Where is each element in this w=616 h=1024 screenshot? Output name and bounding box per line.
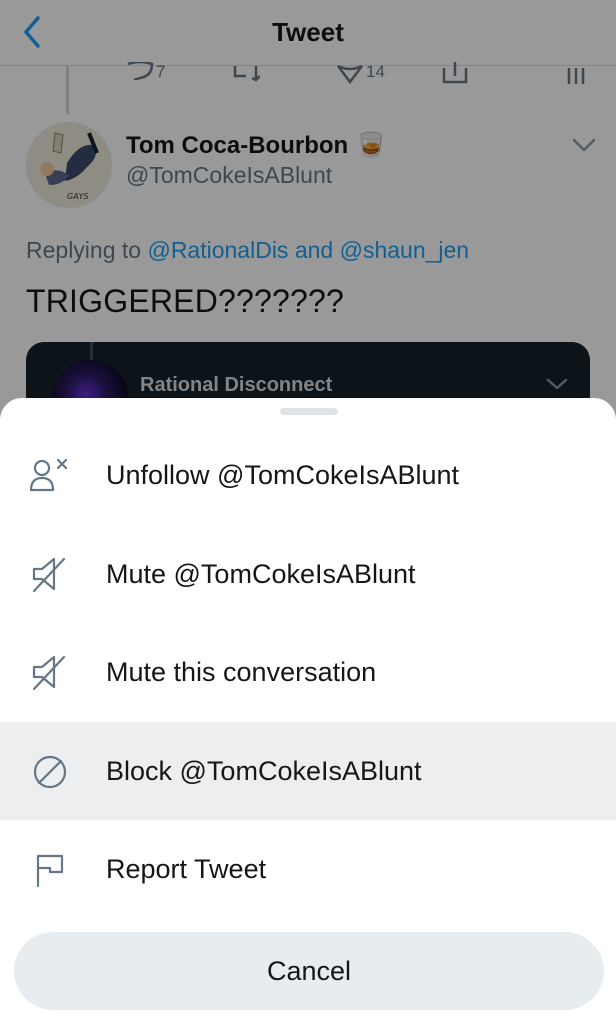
flag-icon [28,850,74,890]
mute-icon [28,555,74,595]
menu-item-label: Mute this conversation [106,656,377,687]
menu-item-report[interactable]: Report Tweet [0,820,616,918]
menu-item-label: Mute @TomCokeIsABlunt [106,558,416,589]
cancel-label: Cancel [266,955,352,986]
menu-item-mute-conversation[interactable]: Mute this conversation [0,623,616,721]
menu-item-unfollow[interactable]: Unfollow @TomCokeIsABlunt [0,426,616,524]
menu-item-mute-user[interactable]: Mute @TomCokeIsABlunt [0,525,616,623]
menu-item-label: Report Tweet [106,853,267,884]
sheet-grabber[interactable] [280,408,338,415]
action-sheet: Unfollow @TomCokeIsABlunt Mute @TomCokeI… [0,398,616,1024]
cancel-button[interactable]: Cancel [14,932,604,1010]
menu-item-block[interactable]: Block @TomCokeIsABlunt [0,722,616,820]
unfollow-icon [28,456,74,496]
block-icon [28,752,74,792]
menu-item-label: Unfollow @TomCokeIsABlunt [106,459,460,490]
mute-icon [28,653,74,693]
menu-item-label: Block @TomCokeIsABlunt [106,755,422,786]
